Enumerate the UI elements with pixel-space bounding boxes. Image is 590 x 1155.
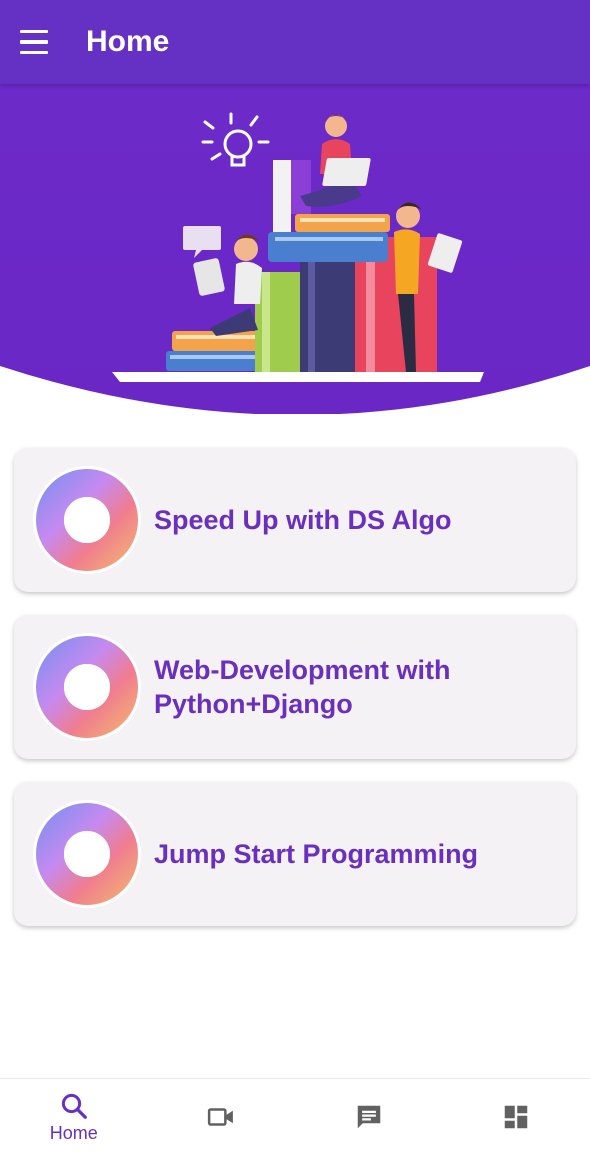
ring-logo-icon xyxy=(32,799,142,909)
people-reading-on-books-illustration xyxy=(0,84,590,414)
bottom-navigation: Home xyxy=(0,1078,590,1155)
nav-item-home[interactable]: Home xyxy=(0,1079,148,1155)
course-title: Jump Start Programming xyxy=(154,837,494,871)
ring-logo-icon xyxy=(32,465,142,575)
course-title: Web-Development with Python+Django xyxy=(154,653,467,721)
course-card-jump-start[interactable]: Jump Start Programming xyxy=(14,782,576,926)
course-card-web-dev[interactable]: Web-Development with Python+Django xyxy=(14,615,576,759)
search-icon xyxy=(59,1091,89,1121)
nav-item-dashboard[interactable] xyxy=(443,1079,590,1155)
video-camera-icon xyxy=(206,1102,236,1132)
hamburger-menu-icon[interactable] xyxy=(20,22,60,62)
page-title: Home xyxy=(86,25,169,59)
app-bar: Home xyxy=(0,0,590,84)
course-list: Speed Up with DS Algo Web-Development wi… xyxy=(14,448,576,949)
nav-item-videos[interactable] xyxy=(148,1079,296,1155)
ring-logo-icon xyxy=(32,632,142,742)
course-card-ds-algo[interactable]: Speed Up with DS Algo xyxy=(14,448,576,592)
hero-banner xyxy=(0,84,590,414)
nav-item-chat[interactable] xyxy=(295,1079,443,1155)
dashboard-icon xyxy=(501,1102,531,1132)
course-title: Speed Up with DS Algo xyxy=(154,503,468,537)
chat-message-icon xyxy=(354,1102,384,1132)
nav-label-home: Home xyxy=(50,1123,98,1144)
